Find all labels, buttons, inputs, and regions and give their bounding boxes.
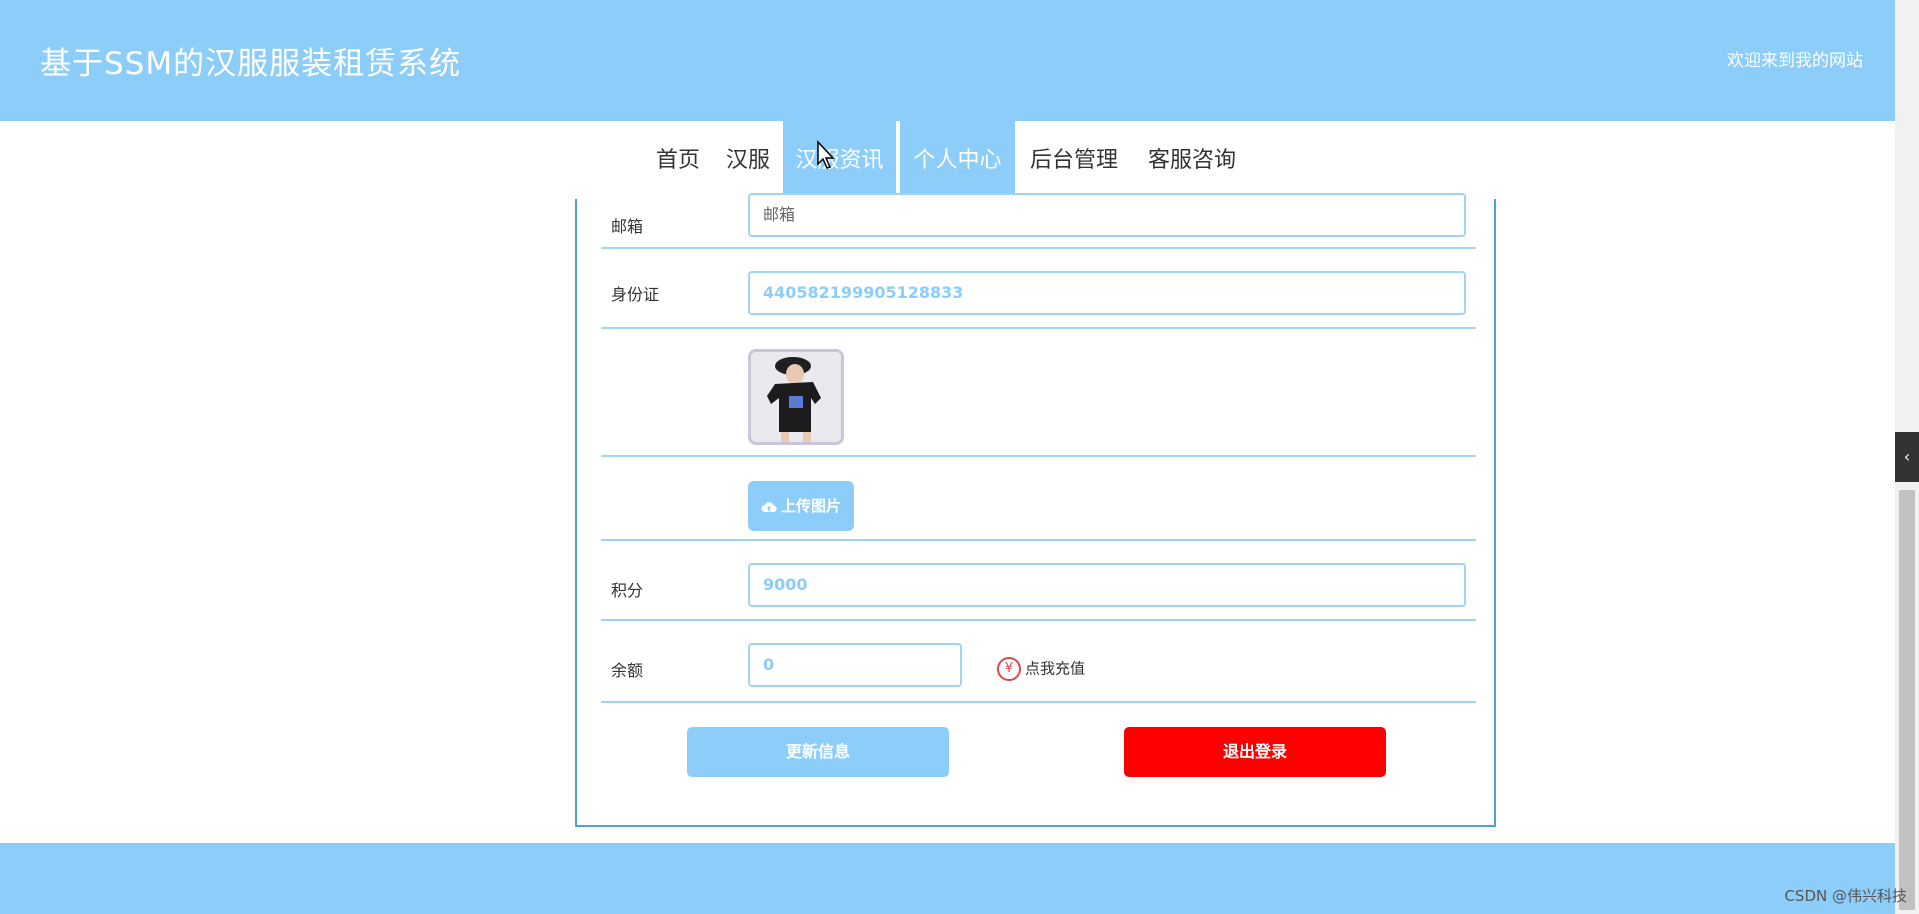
email-label: 邮箱 <box>611 217 644 236</box>
welcome-text: 欢迎来到我的网站 <box>1727 51 1863 71</box>
update-info-button[interactable]: 更新信息 <box>687 727 949 777</box>
main-nav: 首页 汉服 汉服资讯 个人中心 后台管理 客服咨询 <box>0 121 1895 201</box>
nav-item-home[interactable]: 首页 <box>650 121 706 201</box>
watermark: CSDN @伟兴科技 <box>1784 887 1907 905</box>
mouse-cursor-icon <box>817 140 835 169</box>
upload-row: 上传图片 <box>601 457 1476 541</box>
site-footer <box>0 843 1895 914</box>
email-field[interactable]: 邮箱 <box>748 193 1466 237</box>
chevron-left-icon[interactable]: ‹ <box>1895 432 1919 482</box>
cloud-upload-icon <box>761 501 777 512</box>
id-card-row: 身份证 440582199905128833 <box>601 249 1476 329</box>
site-header: 基于SSM的汉服服装租赁系统 欢迎来到我的网站 <box>0 0 1895 121</box>
points-field[interactable]: 9000 <box>748 563 1466 607</box>
nav-item-customer-service[interactable]: 客服咨询 <box>1142 121 1242 201</box>
yuan-icon: ¥ <box>997 657 1021 681</box>
logout-button[interactable]: 退出登录 <box>1124 727 1386 777</box>
id-card-label: 身份证 <box>611 285 660 304</box>
avatar-image <box>748 349 844 445</box>
nav-item-hanfu[interactable]: 汉服 <box>720 121 776 201</box>
recharge-link[interactable]: ¥ 点我充值 <box>997 657 1085 681</box>
id-card-field[interactable]: 440582199905128833 <box>748 271 1466 315</box>
nav-item-admin[interactable]: 后台管理 <box>1024 121 1124 201</box>
upload-image-label: 上传图片 <box>780 497 841 515</box>
site-title: 基于SSM的汉服服装租赁系统 <box>40 46 462 82</box>
recharge-label: 点我充值 <box>1025 659 1086 678</box>
upload-image-button[interactable]: 上传图片 <box>748 481 854 531</box>
balance-field[interactable]: 0 <box>748 643 962 687</box>
nav-item-personal-center[interactable]: 个人中心 <box>900 121 1015 201</box>
balance-label: 余额 <box>611 661 644 680</box>
avatar-row <box>601 329 1476 457</box>
nav-item-hanfu-news[interactable]: 汉服资讯 <box>783 121 896 201</box>
scrollbar-thumb[interactable] <box>1899 490 1915 910</box>
profile-form-panel: 邮箱 邮箱 身份证 440582199905128833 上传图片 积分 900… <box>575 193 1496 827</box>
points-row: 积分 9000 <box>601 541 1476 621</box>
balance-row: 余额 0 ¥ 点我充值 <box>601 621 1476 703</box>
email-row: 邮箱 邮箱 <box>601 193 1476 249</box>
points-label: 积分 <box>611 581 644 600</box>
